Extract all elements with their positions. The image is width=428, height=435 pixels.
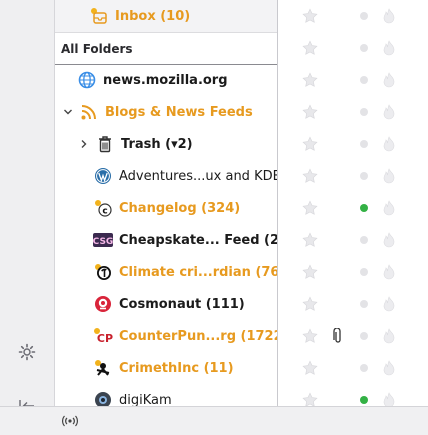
folder-item-cheapskate[interactable]: CSG Cheapskate... Feed (24) bbox=[55, 224, 277, 256]
junk-status-icon[interactable] bbox=[382, 360, 396, 376]
junk-status-icon[interactable] bbox=[382, 264, 396, 280]
star-icon[interactable] bbox=[302, 168, 318, 184]
read-status-icon[interactable] bbox=[360, 300, 368, 308]
crimethinc-icon bbox=[93, 358, 113, 378]
message-row[interactable] bbox=[278, 160, 428, 192]
csg-icon: CSG bbox=[93, 230, 113, 250]
status-bar bbox=[0, 406, 428, 435]
read-status-icon[interactable] bbox=[360, 364, 368, 372]
folder-pane: Inbox (10) All Folders news.mozilla.org … bbox=[55, 0, 278, 406]
message-row[interactable] bbox=[278, 320, 428, 352]
junk-status-icon[interactable] bbox=[382, 296, 396, 312]
globe-icon bbox=[77, 70, 97, 90]
thread-pane bbox=[278, 0, 428, 408]
junk-status-icon[interactable] bbox=[382, 104, 396, 120]
online-status-icon[interactable] bbox=[62, 415, 78, 427]
message-row[interactable] bbox=[278, 96, 428, 128]
guardian-icon bbox=[93, 262, 113, 282]
read-status-icon[interactable] bbox=[360, 12, 368, 20]
folder-item-label: CrimethInc (11) bbox=[119, 360, 234, 376]
wordpress-icon bbox=[93, 166, 113, 186]
star-icon[interactable] bbox=[302, 328, 318, 344]
message-row[interactable] bbox=[278, 256, 428, 288]
junk-status-icon[interactable] bbox=[382, 328, 396, 344]
message-row[interactable] bbox=[278, 128, 428, 160]
folder-item-climate[interactable]: Climate cri...rdian (760) bbox=[55, 256, 277, 288]
folder-item-digikam[interactable]: digiKam bbox=[55, 384, 277, 406]
folder-item-adventures[interactable]: Adventures...ux and KDE bbox=[55, 160, 277, 192]
message-row[interactable] bbox=[278, 192, 428, 224]
svg-text:CP: CP bbox=[97, 332, 113, 345]
inbox-icon bbox=[89, 6, 109, 26]
folder-item-label: Changelog (324) bbox=[119, 200, 241, 216]
folder-item-cosmonaut[interactable]: Cosmonaut (111) bbox=[55, 288, 277, 320]
svg-text:CSG: CSG bbox=[93, 237, 113, 247]
star-icon[interactable] bbox=[302, 264, 318, 280]
message-row[interactable] bbox=[278, 288, 428, 320]
read-status-icon[interactable] bbox=[360, 236, 368, 244]
star-icon[interactable] bbox=[302, 8, 318, 24]
junk-status-icon[interactable] bbox=[382, 136, 396, 152]
folder-inbox[interactable]: Inbox (10) bbox=[55, 0, 277, 33]
star-icon[interactable] bbox=[302, 360, 318, 376]
junk-status-icon[interactable] bbox=[382, 40, 396, 56]
message-row[interactable] bbox=[278, 0, 428, 32]
star-icon[interactable] bbox=[302, 232, 318, 248]
star-icon[interactable] bbox=[302, 104, 318, 120]
read-status-icon[interactable] bbox=[360, 172, 368, 180]
folder-item-label: Blogs & News Feeds bbox=[105, 104, 253, 120]
junk-status-icon[interactable] bbox=[382, 8, 396, 24]
cosmonaut-icon bbox=[93, 294, 113, 314]
settings-icon[interactable] bbox=[17, 342, 37, 362]
read-status-icon[interactable] bbox=[360, 204, 368, 212]
chevron-right-icon[interactable] bbox=[77, 139, 91, 149]
attachment-icon bbox=[333, 327, 343, 344]
junk-status-icon[interactable] bbox=[382, 168, 396, 184]
read-status-icon[interactable] bbox=[360, 108, 368, 116]
digikam-icon bbox=[93, 390, 113, 406]
folder-item-crimethinc[interactable]: CrimethInc (11) bbox=[55, 352, 277, 384]
star-icon[interactable] bbox=[302, 136, 318, 152]
folder-item-label: digiKam bbox=[119, 392, 172, 407]
star-icon[interactable] bbox=[302, 72, 318, 88]
all-folders-header[interactable]: All Folders bbox=[55, 33, 277, 65]
folder-inbox-label: Inbox (10) bbox=[115, 8, 191, 24]
folder-item-changelog[interactable]: c Changelog (324) bbox=[55, 192, 277, 224]
folder-item-label: CounterPun...rg (1722) bbox=[119, 328, 278, 344]
svg-text:c: c bbox=[102, 207, 107, 217]
folder-item-label: Trash (▾2) bbox=[121, 136, 193, 152]
star-icon[interactable] bbox=[302, 296, 318, 312]
counterpunch-icon: CP bbox=[93, 326, 113, 346]
folder-item-blogs-news-feeds[interactable]: Blogs & News Feeds bbox=[55, 96, 277, 128]
read-status-icon[interactable] bbox=[360, 268, 368, 276]
read-status-icon[interactable] bbox=[360, 332, 368, 340]
folder-item-label: Adventures...ux and KDE bbox=[119, 168, 278, 184]
star-icon[interactable] bbox=[302, 40, 318, 56]
message-row[interactable] bbox=[278, 224, 428, 256]
changelog-icon: c bbox=[93, 198, 113, 218]
folder-item-label: Cosmonaut (111) bbox=[119, 296, 245, 312]
folder-item-label: Cheapskate... Feed (24) bbox=[119, 232, 278, 248]
folder-item-label: news.mozilla.org bbox=[103, 72, 228, 88]
message-row[interactable] bbox=[278, 32, 428, 64]
read-status-icon[interactable] bbox=[360, 396, 368, 404]
chevron-down-icon[interactable] bbox=[61, 107, 75, 117]
all-folders-label: All Folders bbox=[61, 41, 133, 56]
junk-status-icon[interactable] bbox=[382, 72, 396, 88]
folder-item-trash[interactable]: Trash (▾2) bbox=[55, 128, 277, 160]
junk-status-icon[interactable] bbox=[382, 232, 396, 248]
folder-item-counterpunch[interactable]: CP CounterPun...rg (1722) bbox=[55, 320, 277, 352]
read-status-icon[interactable] bbox=[360, 44, 368, 52]
star-icon[interactable] bbox=[302, 200, 318, 216]
folder-item-news-mozilla[interactable]: news.mozilla.org bbox=[55, 64, 277, 96]
spaces-toolbar bbox=[0, 0, 55, 412]
read-status-icon[interactable] bbox=[360, 76, 368, 84]
trash-icon bbox=[95, 134, 115, 154]
folder-item-label: Climate cri...rdian (760) bbox=[119, 264, 278, 280]
read-status-icon[interactable] bbox=[360, 140, 368, 148]
rss-icon bbox=[79, 102, 99, 122]
message-row[interactable] bbox=[278, 352, 428, 384]
message-row[interactable] bbox=[278, 64, 428, 96]
junk-status-icon[interactable] bbox=[382, 200, 396, 216]
